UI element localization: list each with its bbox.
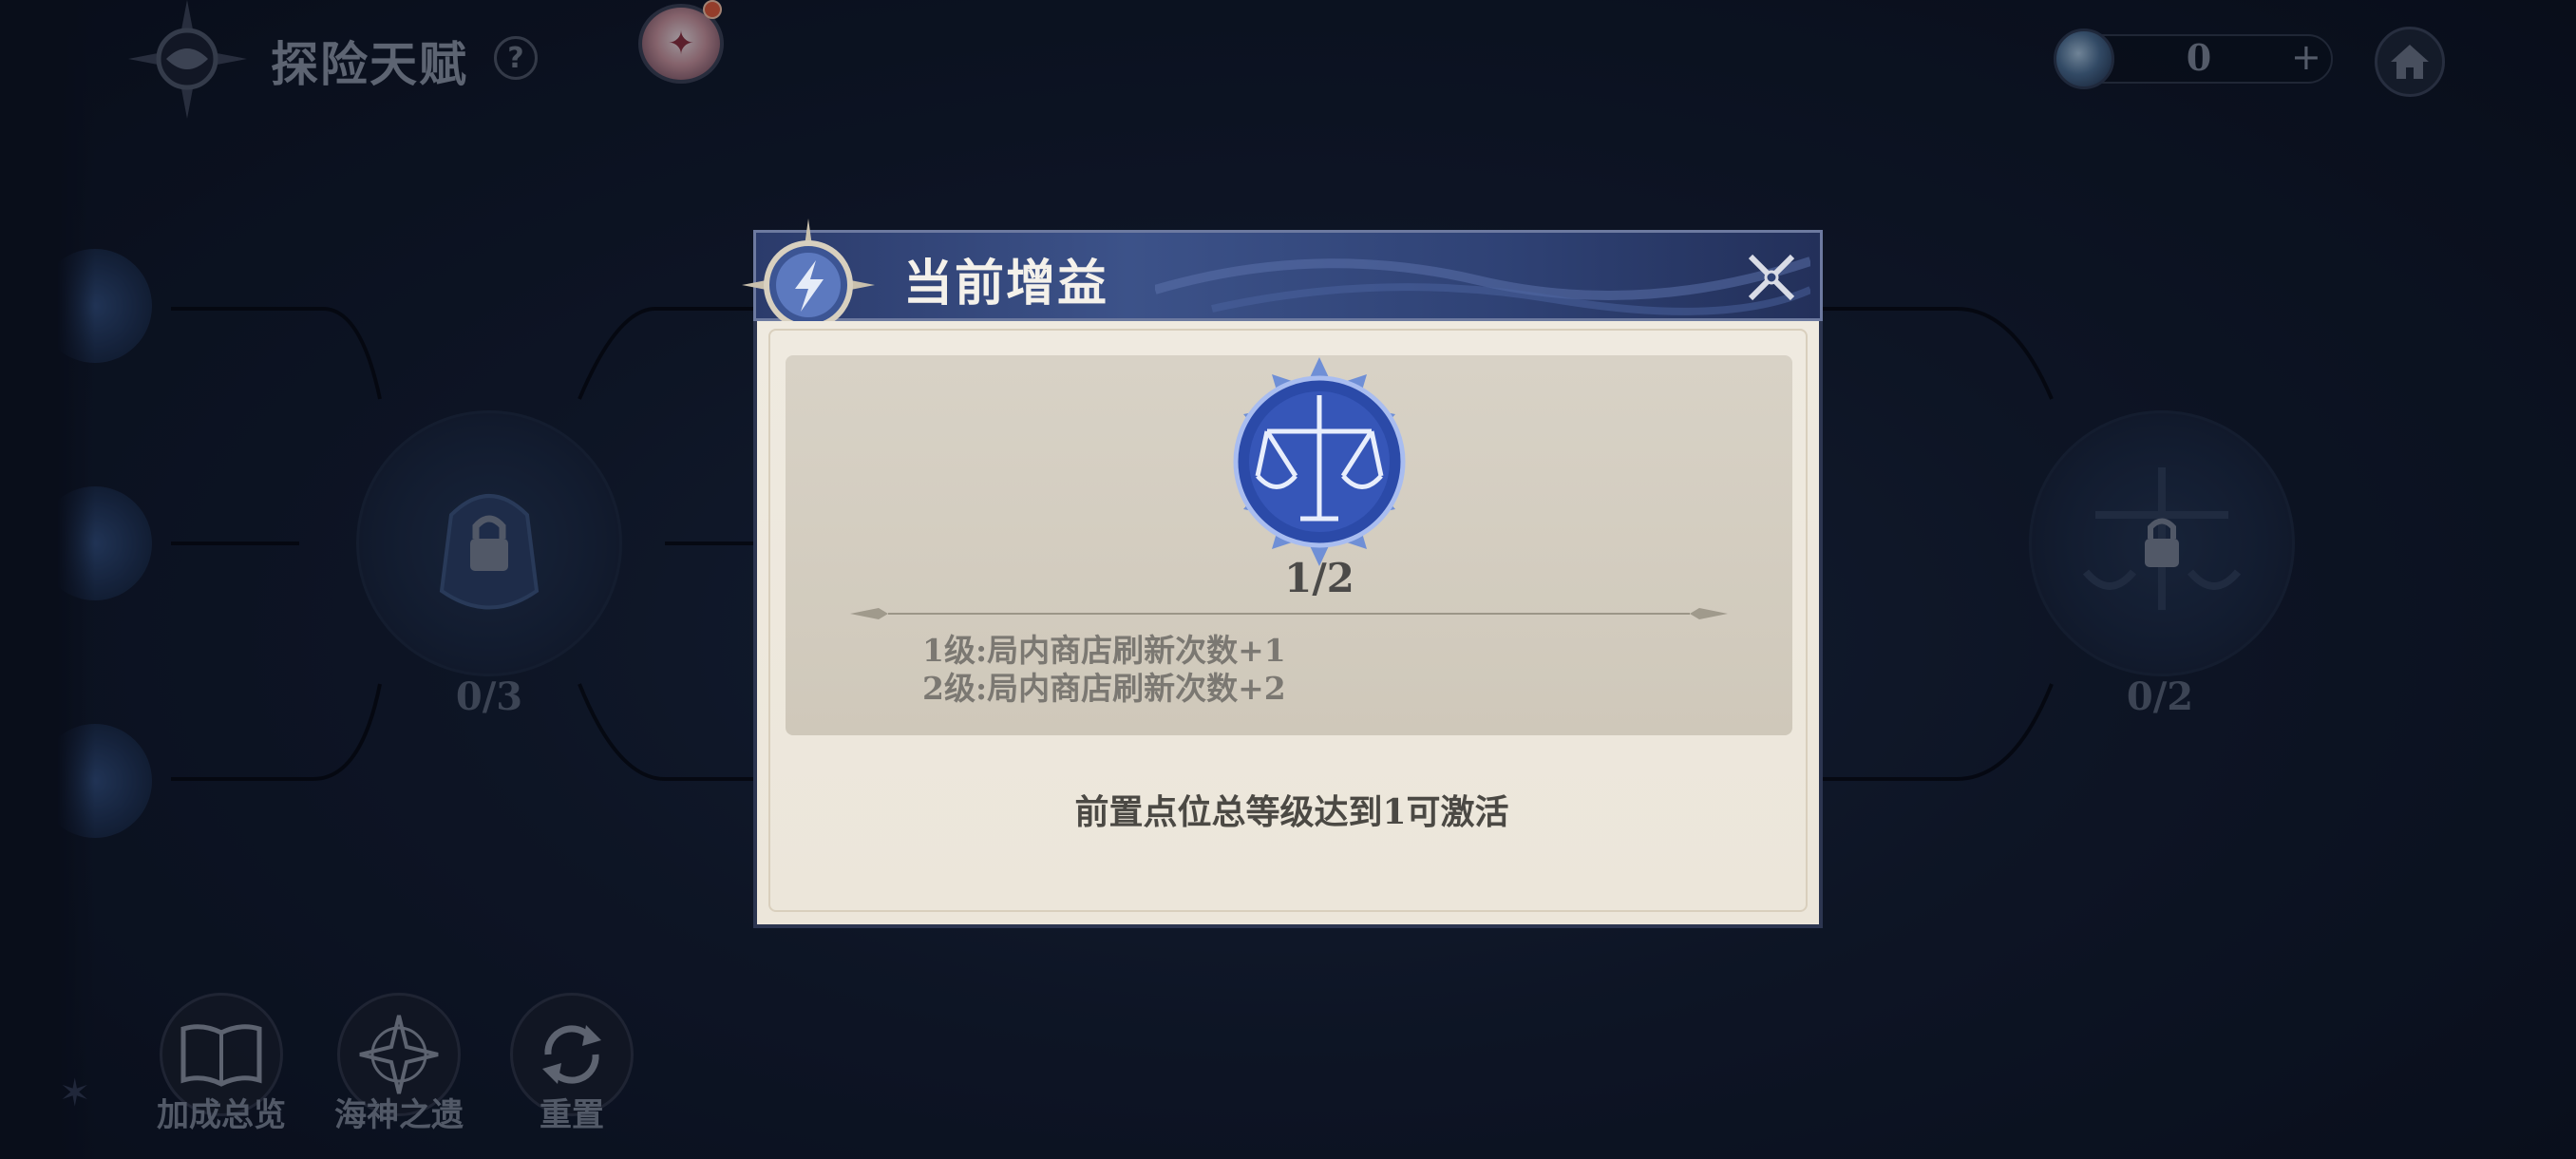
header-wave-decoration [1155,256,1810,315]
ornamental-divider [850,608,1728,619]
buff-info-panel: 1/2 1级:局内商店刷新次数+1 2级:局内商店刷新次数+2 [786,355,1792,735]
balance-scale-icon [1233,357,1406,566]
activation-requirement: 前置点位总等级达到1可激活 [1074,792,1509,832]
dialog-body: 1/2 1级:局内商店刷新次数+1 2级:局内商店刷新次数+2 前置点位总等级达… [753,321,1823,928]
buff-level: 1/2 [1284,555,1354,601]
close-icon[interactable] [1741,247,1802,308]
buff-effect-level-2: 2级:局内商店刷新次数+2 [922,670,1286,707]
current-buff-dialog: 当前增益 1/2 1级:局内商店刷新次数+1 2级:局内商店刷新次数+2 前置点… [742,218,1823,928]
dialog-title: 当前增益 [903,255,1109,313]
